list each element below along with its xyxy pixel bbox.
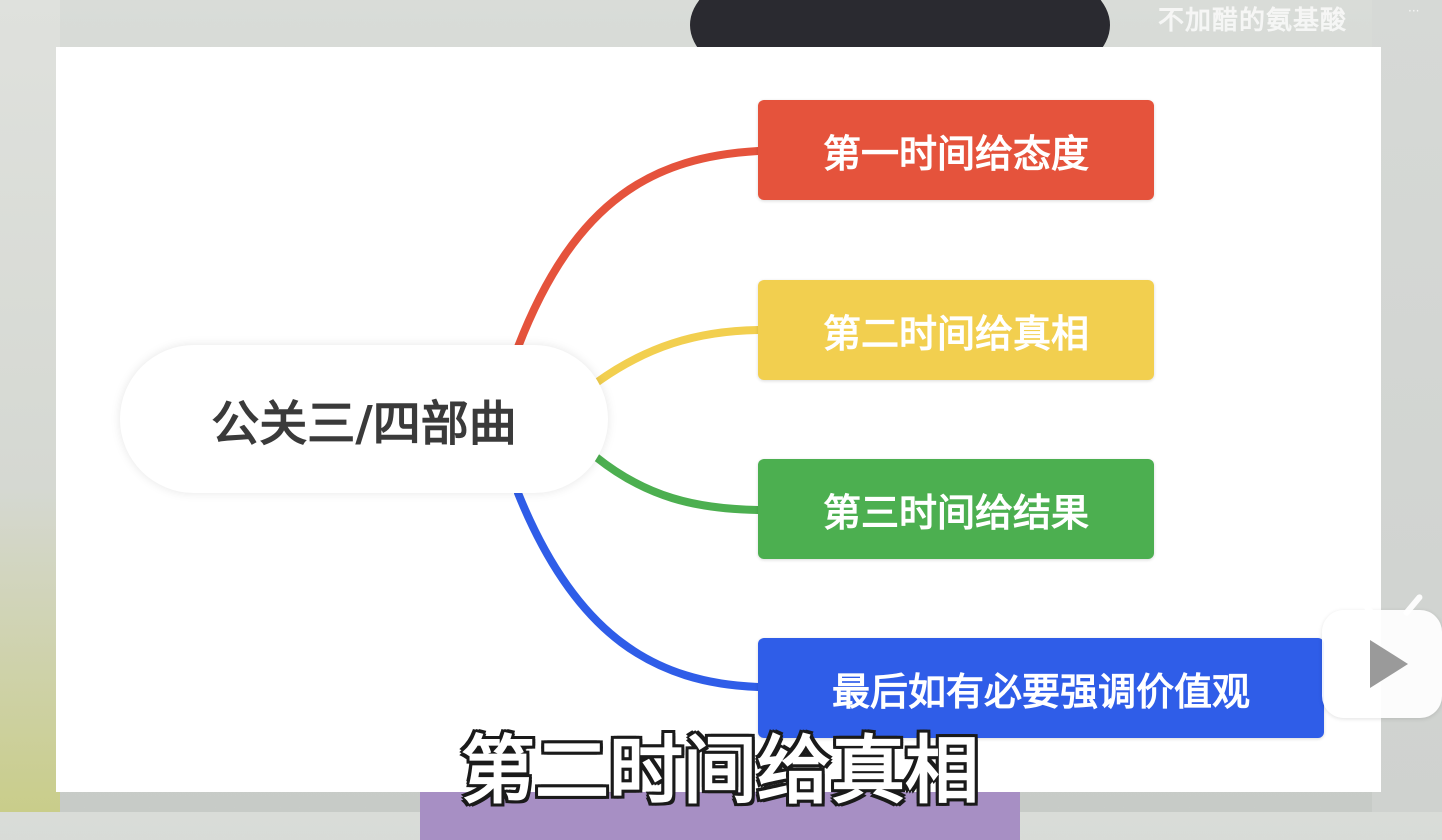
- connector-branch-2: [592, 326, 762, 387]
- connector-branch-3: [592, 453, 762, 514]
- video-subtitle: 第二时间给真相: [461, 727, 979, 814]
- branch-node-2: 第二时间给真相: [758, 280, 1154, 380]
- connector-branch-4: [514, 489, 762, 691]
- mindmap-slide: 公关三/四部曲 第一时间给态度 第二时间给真相 第三时间给结果 最后如有必要强调…: [56, 47, 1381, 792]
- branch-label: 第三时间给结果: [822, 490, 1089, 535]
- branch-node-3: 第三时间给结果: [758, 459, 1154, 559]
- root-label: 公关三/四部曲: [211, 396, 517, 452]
- play-button[interactable]: [1322, 593, 1442, 718]
- root-node: 公关三/四部曲: [120, 345, 608, 493]
- connector-branch-1: [514, 147, 762, 351]
- branch-label: 第二时间给真相: [822, 311, 1089, 356]
- corner-more-icon: ···: [1408, 4, 1420, 18]
- play-icon: [1370, 640, 1408, 688]
- branch-label: 第一时间给态度: [822, 131, 1089, 176]
- branch-node-1: 第一时间给态度: [758, 100, 1154, 200]
- channel-watermark: 不加醋的氨基酸: [1158, 6, 1348, 36]
- background-wall-left: [0, 0, 60, 812]
- branch-label: 最后如有必要强调价值观: [831, 669, 1250, 714]
